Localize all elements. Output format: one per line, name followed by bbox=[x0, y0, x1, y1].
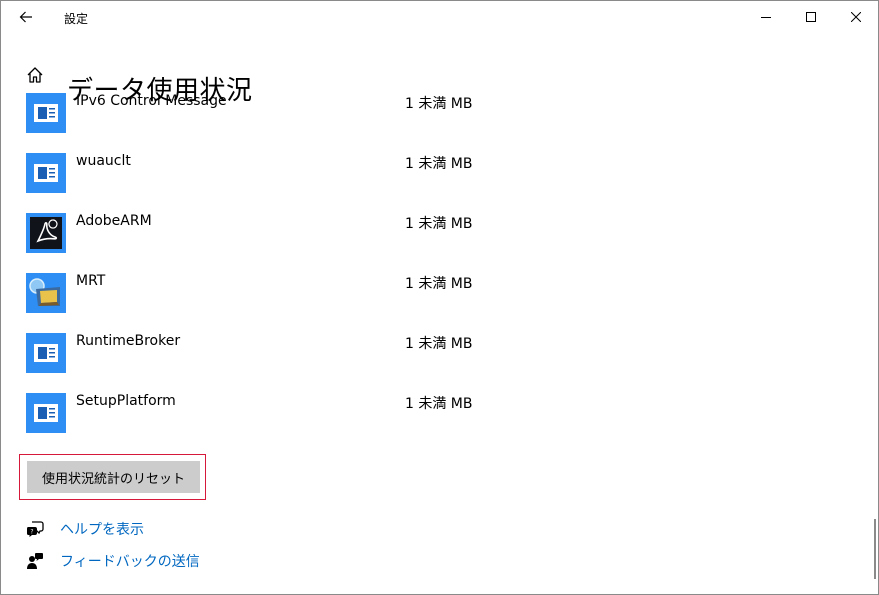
app-usage: 1 未満 MB bbox=[405, 276, 473, 292]
generic-app-icon bbox=[26, 393, 66, 433]
app-usage: 1 未満 MB bbox=[405, 336, 473, 352]
back-button[interactable] bbox=[9, 3, 43, 31]
app-usage: 1 未満 MB bbox=[405, 96, 473, 112]
app-usage: 1 未満 MB bbox=[405, 396, 473, 412]
page-header: データ使用状況 bbox=[1, 49, 878, 106]
app-usage: 1 未満 MB bbox=[405, 156, 473, 172]
minimize-button[interactable] bbox=[743, 1, 789, 33]
app-name: AdobeARM bbox=[76, 213, 152, 229]
help-chat-icon: ? bbox=[25, 519, 45, 539]
feedback-link-label: フィードバックの送信 bbox=[60, 554, 200, 570]
title-bar: 設定 bbox=[1, 1, 878, 33]
list-item[interactable]: IPv6 Control Message 1 未満 MB bbox=[1, 93, 501, 143]
app-name: RuntimeBroker bbox=[76, 333, 181, 349]
back-arrow-icon bbox=[19, 11, 32, 23]
maximize-icon bbox=[806, 12, 816, 22]
list-item[interactable]: MRT 1 未満 MB bbox=[1, 263, 501, 323]
app-usage: 1 未満 MB bbox=[405, 216, 473, 232]
close-button[interactable] bbox=[833, 1, 878, 33]
help-link-label: ヘルプを表示 bbox=[60, 522, 144, 538]
home-button[interactable] bbox=[23, 63, 47, 87]
scrollbar-thumb[interactable] bbox=[874, 519, 876, 579]
adobe-acrobat-icon bbox=[26, 213, 66, 253]
app-name: SetupPlatform bbox=[76, 393, 176, 409]
svg-text:?: ? bbox=[30, 529, 33, 536]
generic-app-icon bbox=[26, 333, 66, 373]
window-title: 設定 bbox=[64, 12, 89, 26]
content-pane: IPv6 Control Message 1 未満 MB wuauclt 1 未… bbox=[1, 93, 867, 593]
reset-usage-stats-button[interactable]: 使用状況統計のリセット bbox=[27, 461, 200, 493]
minimize-icon bbox=[761, 17, 771, 18]
generic-app-icon bbox=[26, 153, 66, 193]
list-item[interactable]: AdobeARM 1 未満 MB bbox=[1, 203, 501, 263]
app-name: wuauclt bbox=[76, 153, 131, 169]
close-icon bbox=[851, 12, 861, 22]
list-item[interactable]: wuauclt 1 未満 MB bbox=[1, 143, 501, 203]
help-link[interactable]: ? ヘルプを表示 bbox=[25, 517, 144, 541]
mrt-icon bbox=[26, 273, 66, 313]
app-usage-list: IPv6 Control Message 1 未満 MB wuauclt 1 未… bbox=[1, 93, 867, 443]
settings-window: 設定 データ使用状況 IPv6 Control Message 1 未満 MB … bbox=[0, 0, 879, 595]
app-name: IPv6 Control Message bbox=[76, 93, 227, 109]
feedback-link[interactable]: フィードバックの送信 bbox=[25, 549, 200, 573]
feedback-person-icon bbox=[25, 551, 45, 571]
list-item[interactable]: SetupPlatform 1 未満 MB bbox=[1, 383, 501, 443]
list-item[interactable]: RuntimeBroker 1 未満 MB bbox=[1, 323, 501, 383]
app-name: MRT bbox=[76, 273, 106, 289]
maximize-button[interactable] bbox=[788, 1, 834, 33]
home-icon bbox=[27, 67, 43, 83]
generic-app-icon bbox=[26, 93, 66, 133]
